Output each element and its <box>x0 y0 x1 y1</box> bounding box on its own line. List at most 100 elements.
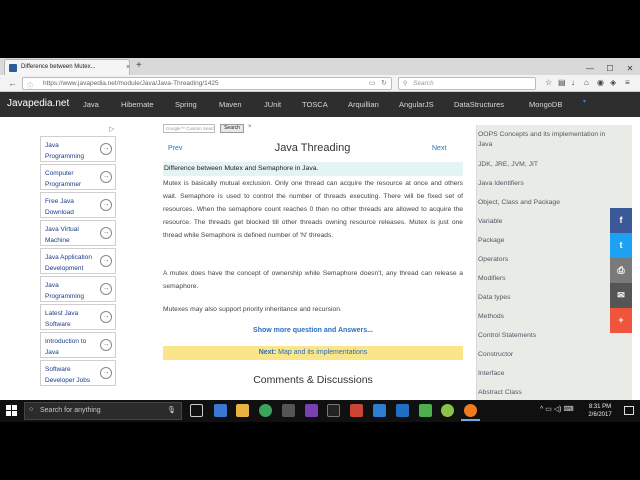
maximize-button[interactable]: ☐ <box>600 62 620 76</box>
reader-view-icon[interactable]: ▭ <box>369 79 376 87</box>
search-icon: ○ <box>29 406 34 413</box>
ad-link-item[interactable]: Introduction to Java → <box>40 332 116 358</box>
reload-icon[interactable]: ↻ <box>381 79 387 87</box>
pocket-icon[interactable]: ◉ <box>597 78 604 88</box>
app-icon[interactable] <box>373 404 386 417</box>
android-icon[interactable] <box>441 404 454 417</box>
sidebar-item[interactable]: Abstract Class <box>478 388 608 398</box>
sidebar-item[interactable]: Methods <box>478 312 608 322</box>
next-topic-label: Next: <box>258 349 277 356</box>
facebook-share-icon[interactable]: f <box>610 208 632 233</box>
sidebar-item[interactable]: Object, Class and Package <box>478 198 608 208</box>
clear-search-icon[interactable]: × <box>248 124 252 130</box>
nav-java[interactable]: Java <box>83 100 99 109</box>
app-icon[interactable] <box>282 404 295 417</box>
browser-toolbar: ← ⓘ https://www.javapedia.net/module/Jav… <box>0 75 640 92</box>
nav-mongodb[interactable]: MongoDB <box>529 100 562 109</box>
tab-close-icon[interactable]: × <box>126 64 129 71</box>
arrow-right-icon: → <box>100 311 112 323</box>
system-tray-icons[interactable]: ^ ▭ ◁) ⌨ <box>540 405 574 413</box>
bookmark-star-icon[interactable]: ☆ <box>545 78 552 88</box>
notifications-icon[interactable] <box>624 406 634 415</box>
app-icon[interactable] <box>305 404 318 417</box>
browser-tab[interactable]: Difference between Mutex... × <box>4 59 130 75</box>
nav-junit[interactable]: JUnit <box>264 100 281 109</box>
next-topic-link[interactable]: Map and its implementations <box>278 349 367 356</box>
ad-link-label: Software Developer Jobs <box>45 366 91 384</box>
answer-paragraph: Mutex is basically mutual exclusion. Onl… <box>163 180 463 239</box>
show-more-link[interactable]: Show more question and Answers... <box>163 327 463 334</box>
microphone-icon[interactable]: 🎙 <box>167 406 176 414</box>
ad-link-item[interactable]: Free Java Download → <box>40 192 116 218</box>
sidebar-item[interactable]: Variable <box>478 217 608 227</box>
ad-link-label: Java Virtual Machine <box>45 226 79 244</box>
minimize-button[interactable]: — <box>580 62 600 76</box>
ad-link-item[interactable]: Java Programming → <box>40 276 116 302</box>
edge-icon[interactable] <box>214 404 227 417</box>
sidebar-item[interactable]: Package <box>478 236 608 246</box>
ad-link-item[interactable]: Java Application Development → <box>40 248 116 274</box>
sidebar-item[interactable]: Constructor <box>478 350 608 360</box>
home-icon[interactable]: ⌂ <box>584 78 589 88</box>
app-icon[interactable] <box>350 404 363 417</box>
download-icon[interactable]: ↓ <box>571 78 575 88</box>
sidebar-item[interactable]: Interface <box>478 369 608 379</box>
menu-icon[interactable]: ≡ <box>625 78 630 88</box>
address-bar[interactable]: ⓘ https://www.javapedia.net/module/Java/… <box>22 77 392 90</box>
nav-datastructures[interactable]: DataStructures <box>454 100 504 109</box>
ad-link-item[interactable]: Latest Java Software → <box>40 304 116 330</box>
firefox-icon[interactable] <box>461 404 480 421</box>
task-view-icon[interactable] <box>190 404 203 417</box>
arrow-right-icon: → <box>100 367 112 379</box>
nav-more-dropdown-icon[interactable]: ▾ <box>583 98 586 105</box>
sidebar-item[interactable]: Modifiers <box>478 274 608 284</box>
ad-link-item[interactable]: Java Virtual Machine → <box>40 220 116 246</box>
ad-link-item[interactable]: Software Developer Jobs → <box>40 360 116 386</box>
nav-maven[interactable]: Maven <box>219 100 242 109</box>
next-topic-bar[interactable]: Next: Map and its implementations <box>163 346 463 360</box>
sidebar-item[interactable]: Data types <box>478 293 608 303</box>
windows-start-icon[interactable] <box>6 405 17 416</box>
nav-spring[interactable]: Spring <box>175 100 197 109</box>
close-window-button[interactable]: ✕ <box>620 62 640 76</box>
custom-search-button[interactable]: Search <box>220 124 244 133</box>
chrome-icon[interactable] <box>259 404 272 417</box>
browser-search-field[interactable]: ⚲ Search <box>398 77 536 90</box>
terminal-icon[interactable] <box>327 404 340 417</box>
nav-angularjs[interactable]: AngularJS <box>399 100 434 109</box>
adchoices-icon[interactable]: ▷ <box>109 125 114 133</box>
sidebar-item[interactable]: Operators <box>478 255 608 265</box>
file-explorer-icon[interactable] <box>236 404 249 417</box>
ad-link-label: Java Programming <box>45 282 85 300</box>
site-logo[interactable]: Javapedia.net <box>7 98 69 109</box>
nav-hibernate[interactable]: Hibernate <box>121 100 154 109</box>
extension-icon[interactable]: ◈ <box>610 78 616 88</box>
prev-link[interactable]: Prev <box>168 145 182 152</box>
info-icon: ⓘ <box>27 84 34 90</box>
sidebar-item[interactable]: OOPS Concepts and its implementation in … <box>478 130 608 150</box>
sidebar-item[interactable]: Java Identifiers <box>478 179 608 189</box>
taskbar-search-placeholder: Search for anything <box>40 407 101 414</box>
new-tab-button[interactable]: + <box>136 60 142 71</box>
site-favicon-icon <box>9 64 17 72</box>
visual-studio-icon[interactable] <box>396 404 409 417</box>
ad-link-item[interactable]: Computer Programmer → <box>40 164 116 190</box>
library-icon[interactable]: ▤ <box>558 78 566 88</box>
nav-tosca[interactable]: TOSCA <box>302 100 328 109</box>
ad-link-item[interactable]: Java Programming → <box>40 136 116 162</box>
email-share-icon[interactable]: ✉ <box>610 283 632 308</box>
next-link[interactable]: Next <box>432 145 446 152</box>
taskbar-clock[interactable]: 8:31 PM 2/6/2017 <box>580 403 620 419</box>
nav-arquillian[interactable]: Arquillian <box>348 100 379 109</box>
back-button-icon[interactable]: ← <box>8 77 17 89</box>
browser-search-placeholder: Search <box>413 80 434 87</box>
sidebar-item[interactable]: Control Statements <box>478 331 608 341</box>
more-share-icon[interactable]: + <box>610 308 632 333</box>
app-icon[interactable] <box>419 404 432 417</box>
twitter-share-icon[interactable]: t <box>610 233 632 258</box>
custom-search-input[interactable]: Google™ Custom Search <box>163 124 215 133</box>
print-icon[interactable]: ⎙ <box>610 258 632 283</box>
taskbar-search-field[interactable]: ○ Search for anything 🎙 <box>24 402 182 420</box>
sidebar-item[interactable]: JDK, JRE, JVM, JIT <box>478 160 608 170</box>
arrow-right-icon: → <box>100 199 112 211</box>
